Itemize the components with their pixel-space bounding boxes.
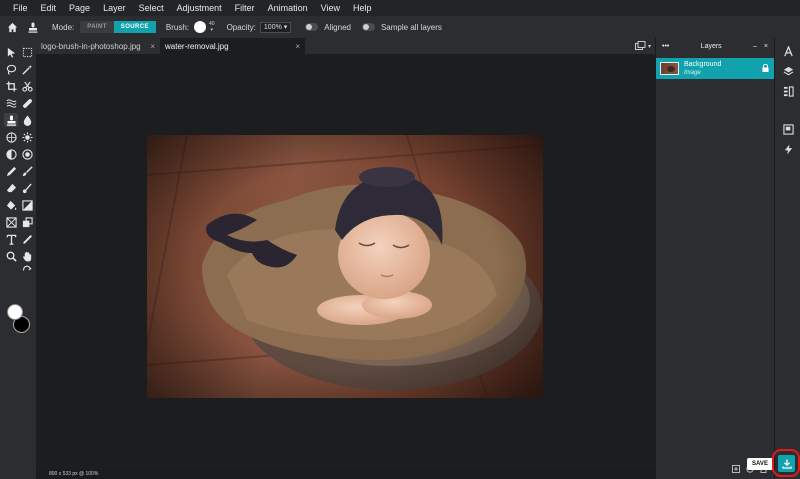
close-icon[interactable]: ×: [150, 42, 155, 51]
menu-filter[interactable]: Filter: [235, 3, 255, 13]
close-icon[interactable]: ×: [295, 42, 300, 51]
brush-preview[interactable]: [194, 21, 206, 33]
layer-thumbnail: [660, 62, 679, 75]
toolbox: [0, 38, 36, 479]
mode-label: Mode:: [52, 22, 75, 32]
clone-stamp-icon: [24, 22, 42, 33]
tab-logo-brush[interactable]: logo-brush-in-photoshop.jpg ×: [36, 38, 160, 54]
save-button[interactable]: SAVE: [747, 458, 773, 470]
menu-bar: File Edit Page Layer Select Adjustment F…: [0, 0, 800, 16]
pencil-icon[interactable]: [4, 164, 18, 178]
brush-icon[interactable]: [20, 164, 34, 178]
adjustments-icon[interactable]: [782, 85, 794, 97]
tab-water-removal[interactable]: water-removal.jpg ×: [160, 38, 305, 54]
zoom-icon[interactable]: [4, 249, 18, 263]
tab-label: logo-brush-in-photoshop.jpg: [41, 41, 141, 51]
more-options-icon[interactable]: •••: [662, 43, 669, 50]
swap-colors-icon[interactable]: [22, 265, 32, 275]
dodge-icon[interactable]: [4, 147, 18, 161]
mode-paint-button[interactable]: PAINT: [80, 21, 114, 33]
download-button[interactable]: [778, 455, 795, 472]
actions-icon[interactable]: [782, 143, 794, 155]
gradient-icon[interactable]: [20, 198, 34, 212]
aligned-label: Aligned: [324, 22, 351, 32]
sample-all-layers-toggle[interactable]: [361, 23, 375, 31]
document-size-zoom: 800 x 533 px @ 100%: [49, 471, 99, 477]
download-icon: [781, 459, 792, 469]
smudge-icon[interactable]: [20, 181, 34, 195]
layers-panel-header: ••• Layers – ×: [656, 38, 774, 54]
lasso-icon[interactable]: [4, 62, 18, 76]
tool-options-bar: Mode: PAINT SOURCE Brush: 40 ▾ Opacity: …: [0, 16, 800, 38]
layer-item-background[interactable]: Background Image: [656, 58, 775, 79]
navigator-icon[interactable]: [782, 123, 794, 135]
lock-icon[interactable]: [762, 63, 769, 74]
brush-size-control[interactable]: 40 ▾: [209, 21, 215, 33]
text-icon[interactable]: [4, 232, 18, 246]
menu-file[interactable]: File: [13, 3, 28, 13]
foreground-color-swatch[interactable]: [7, 304, 23, 320]
menu-page[interactable]: Page: [69, 3, 90, 13]
bandage-icon[interactable]: [20, 96, 34, 110]
opacity-label: Opacity:: [226, 22, 256, 32]
aligned-toggle[interactable]: [305, 23, 319, 31]
eyedropper-icon[interactable]: [20, 232, 34, 246]
clone-stamp-icon[interactable]: [4, 113, 18, 127]
canvas-area[interactable]: [36, 54, 655, 470]
close-icon[interactable]: ×: [764, 43, 768, 50]
right-rail: [774, 38, 800, 479]
spot-heal-icon[interactable]: [20, 147, 34, 161]
hand-icon[interactable]: [20, 249, 34, 263]
minimize-icon[interactable]: –: [753, 43, 757, 50]
sample-all-layers-label: Sample all layers: [380, 22, 442, 32]
layer-type: Image: [684, 69, 701, 76]
menu-layer[interactable]: Layer: [103, 3, 126, 13]
brush-label: Brush:: [165, 22, 189, 32]
home-icon[interactable]: [0, 22, 24, 33]
chevron-down-icon: ▾: [210, 27, 214, 33]
layers-panel: ••• Layers – × Background Image: [655, 38, 775, 479]
arrange-windows-icon[interactable]: [634, 40, 646, 52]
mode-source-button[interactable]: SOURCE: [113, 21, 156, 33]
menu-edit[interactable]: Edit: [41, 3, 57, 13]
tab-actions: ▾: [634, 38, 655, 54]
menu-view[interactable]: View: [321, 3, 340, 13]
chevron-down-icon[interactable]: ▾: [648, 43, 651, 50]
liquify-icon[interactable]: [4, 96, 18, 110]
magic-wand-icon[interactable]: [20, 62, 34, 76]
photo-content: [147, 135, 543, 398]
add-layer-icon[interactable]: [732, 465, 740, 475]
layer-name: Background: [684, 60, 722, 68]
menu-help[interactable]: Help: [353, 3, 372, 13]
tab-label: water-removal.jpg: [165, 41, 229, 51]
blur-drop-icon[interactable]: [20, 113, 34, 127]
menu-select[interactable]: Select: [139, 3, 164, 13]
eraser-icon[interactable]: [4, 181, 18, 195]
mode-switch: PAINT SOURCE: [80, 21, 156, 33]
replace-color-icon[interactable]: [20, 215, 34, 229]
opacity-dropdown[interactable]: 100% ▾: [259, 21, 292, 33]
layers-icon[interactable]: [782, 65, 794, 77]
layers-panel-title: Layers: [700, 42, 722, 50]
move-icon[interactable]: [4, 45, 18, 59]
menu-adjustment[interactable]: Adjustment: [177, 3, 222, 13]
marquee-icon[interactable]: [20, 45, 34, 59]
scissors-icon[interactable]: [20, 79, 34, 93]
character-icon[interactable]: [782, 45, 794, 57]
sharpen-icon[interactable]: [20, 130, 34, 144]
status-bar: 800 x 533 px @ 100%: [36, 470, 655, 479]
crop-icon[interactable]: [4, 79, 18, 93]
document-tabs: logo-brush-in-photoshop.jpg × water-remo…: [36, 38, 655, 54]
document-image[interactable]: [147, 135, 543, 398]
sponge-icon[interactable]: [4, 130, 18, 144]
shape-icon[interactable]: [4, 215, 18, 229]
bucket-icon[interactable]: [4, 198, 18, 212]
menu-animation[interactable]: Animation: [268, 3, 308, 13]
